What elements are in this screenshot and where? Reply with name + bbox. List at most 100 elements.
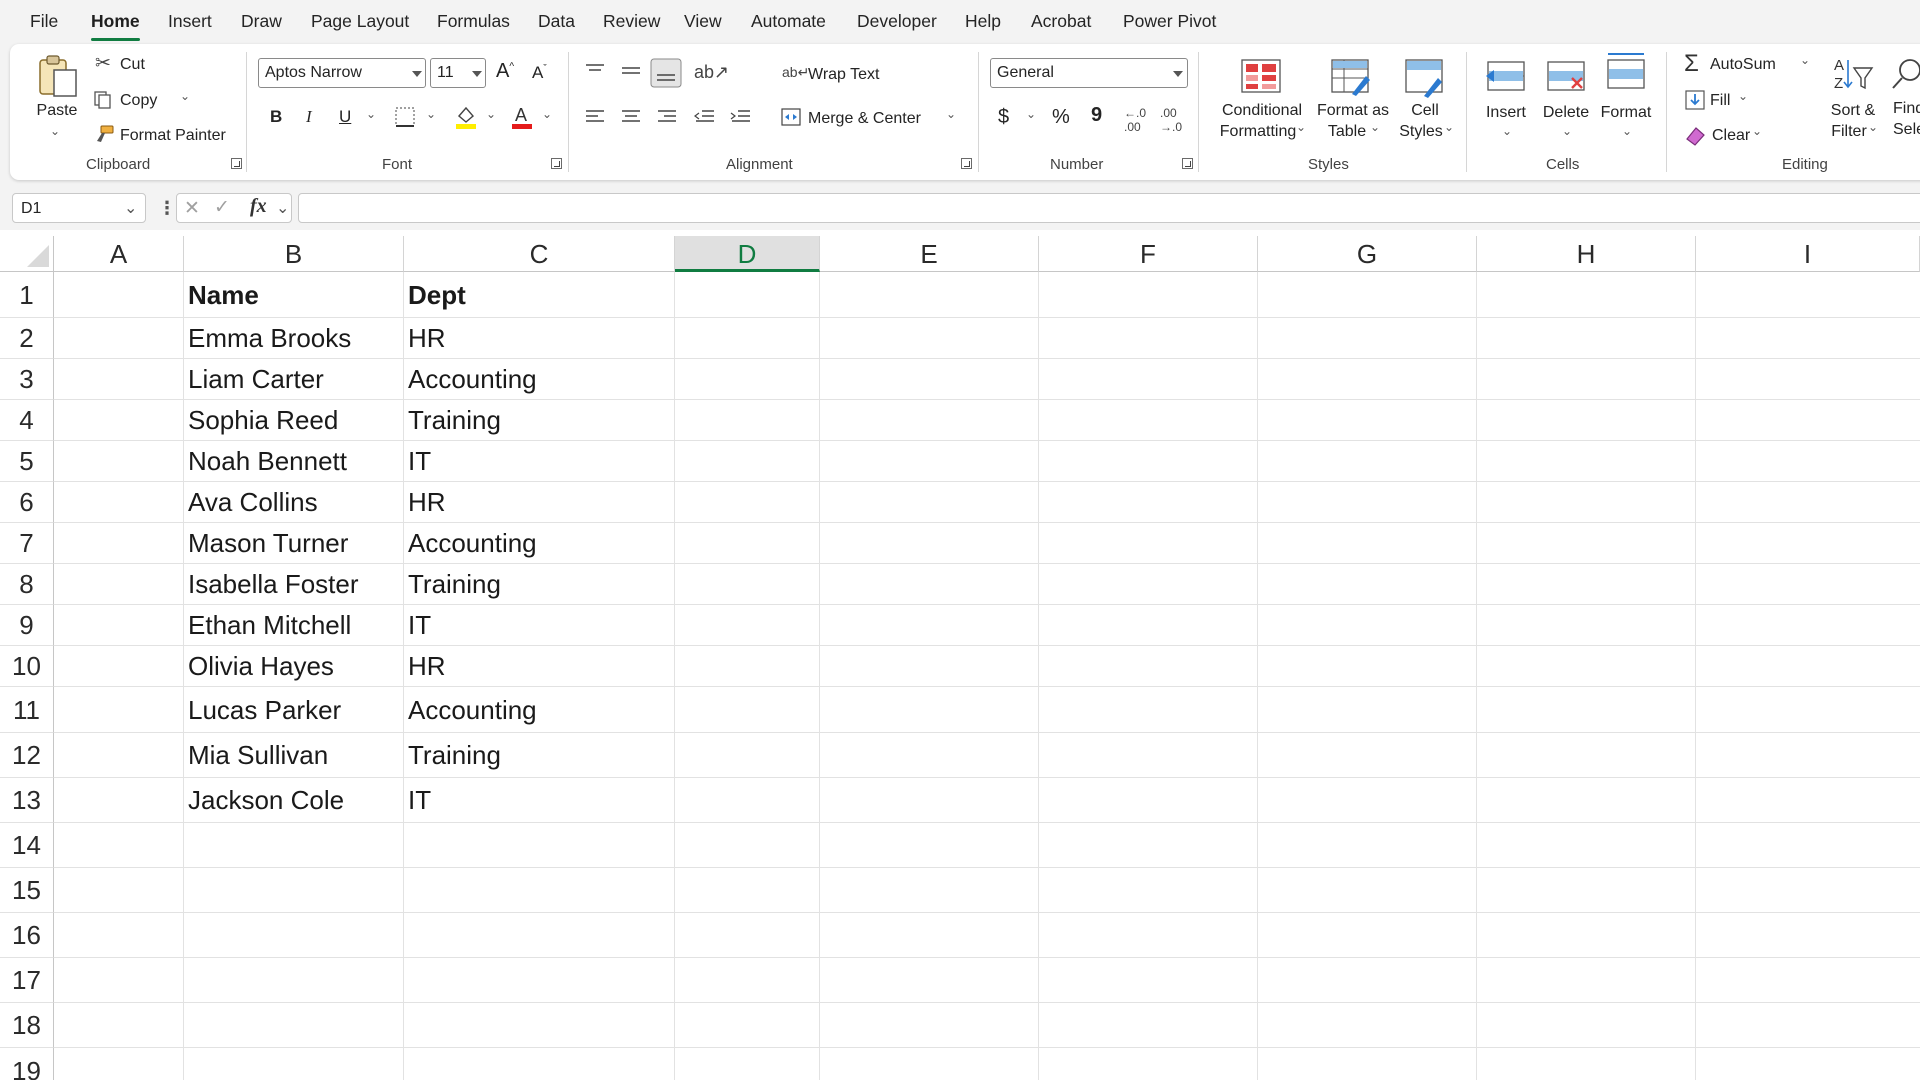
fill-chevron-icon[interactable]: ⌄ bbox=[1738, 89, 1748, 103]
fill-color-dropdown-chevron-icon[interactable]: ⌄ bbox=[486, 107, 496, 121]
conditional-formatting-icon[interactable] bbox=[1240, 56, 1282, 96]
tab-formulas[interactable]: Formulas bbox=[437, 11, 510, 32]
number-format-dropdown-icon[interactable] bbox=[1173, 71, 1183, 77]
select-all-corner[interactable] bbox=[0, 236, 54, 272]
borders-icon[interactable] bbox=[394, 106, 416, 128]
comma-button[interactable]: 9 bbox=[1091, 104, 1102, 127]
clear-chevron-icon[interactable]: ⌄ bbox=[1752, 124, 1762, 138]
row-header-2[interactable]: 2 bbox=[0, 318, 54, 359]
cell-styles-icon[interactable] bbox=[1404, 56, 1446, 98]
insert-cells-button[interactable]: Insert bbox=[1480, 102, 1532, 123]
row-header-15[interactable]: 15 bbox=[0, 868, 54, 913]
row-header-10[interactable]: 10 bbox=[0, 646, 54, 687]
cell-name[interactable]: Mason Turner bbox=[188, 523, 348, 564]
alignment-launcher-icon[interactable] bbox=[961, 158, 972, 169]
insert-function-button[interactable]: fx bbox=[250, 195, 267, 218]
paste-button[interactable]: Paste bbox=[34, 100, 80, 121]
tab-developer[interactable]: Developer bbox=[857, 11, 937, 32]
cell-styles-label-2[interactable]: Styles bbox=[1394, 121, 1448, 142]
merge-center-button[interactable]: Merge & Center bbox=[808, 110, 921, 128]
cell-dept[interactable]: Training bbox=[408, 564, 501, 605]
delete-cells-icon[interactable] bbox=[1544, 56, 1588, 96]
cell-dept[interactable]: Accounting bbox=[408, 687, 537, 733]
row-header-8[interactable]: 8 bbox=[0, 564, 54, 605]
cell-dept[interactable]: IT bbox=[408, 778, 431, 823]
align-left-icon[interactable] bbox=[584, 108, 606, 126]
find-select-label-2[interactable]: Select bbox=[1893, 121, 1920, 139]
insert-cells-chevron-icon[interactable]: ⌄ bbox=[1502, 124, 1512, 138]
format-cells-chevron-icon[interactable]: ⌄ bbox=[1622, 124, 1632, 138]
cell-name[interactable]: Jackson Cole bbox=[188, 778, 344, 823]
number-launcher-icon[interactable] bbox=[1182, 158, 1193, 169]
cell-name[interactable]: Noah Bennett bbox=[188, 441, 347, 482]
column-header-a[interactable]: A bbox=[54, 236, 184, 272]
format-cells-button[interactable]: Format bbox=[1598, 102, 1654, 123]
decrease-indent-icon[interactable] bbox=[694, 108, 716, 126]
cell-name[interactable]: Sophia Reed bbox=[188, 400, 338, 441]
tab-acrobat[interactable]: Acrobat bbox=[1031, 11, 1091, 32]
italic-button[interactable]: I bbox=[306, 107, 312, 127]
row-header-13[interactable]: 13 bbox=[0, 778, 54, 823]
tab-view[interactable]: View bbox=[684, 11, 722, 32]
format-as-table-icon[interactable] bbox=[1330, 56, 1372, 98]
cancel-entry-icon[interactable]: ✕ bbox=[184, 197, 200, 220]
paste-icon[interactable] bbox=[36, 54, 80, 98]
cell-dept[interactable]: IT bbox=[408, 605, 431, 646]
copy-dropdown-chevron-icon[interactable]: ⌄ bbox=[180, 89, 190, 103]
fx-chevron-icon[interactable]: ⌄ bbox=[276, 198, 289, 218]
row-header-17[interactable]: 17 bbox=[0, 958, 54, 1003]
find-select-icon[interactable] bbox=[1890, 54, 1920, 96]
cell-c1[interactable]: Dept bbox=[408, 272, 466, 318]
tab-insert[interactable]: Insert bbox=[168, 11, 212, 32]
clipboard-launcher-icon[interactable] bbox=[231, 158, 242, 169]
underline-dropdown-chevron-icon[interactable]: ⌄ bbox=[366, 107, 376, 121]
row-header-19[interactable]: 19 bbox=[0, 1048, 54, 1080]
cell-name[interactable]: Lucas Parker bbox=[188, 687, 341, 733]
autosum-button[interactable]: AutoSum bbox=[1710, 56, 1776, 74]
cell-name[interactable]: Ethan Mitchell bbox=[188, 605, 351, 646]
tab-power-pivot[interactable]: Power Pivot bbox=[1123, 11, 1216, 32]
cell-dept[interactable]: HR bbox=[408, 482, 446, 523]
cell-dept[interactable]: Accounting bbox=[408, 359, 537, 400]
font-color-dropdown-chevron-icon[interactable]: ⌄ bbox=[542, 107, 552, 121]
font-name-dropdown-icon[interactable] bbox=[412, 71, 422, 77]
row-header-14[interactable]: 14 bbox=[0, 823, 54, 868]
bold-button[interactable]: B bbox=[270, 107, 282, 127]
tab-draw[interactable]: Draw bbox=[241, 11, 282, 32]
decrease-font-size-icon[interactable]: Aˇ bbox=[532, 63, 547, 83]
format-as-table-label-1[interactable]: Format as bbox=[1314, 100, 1392, 121]
sort-filter-label-2[interactable]: Filter bbox=[1826, 121, 1872, 142]
wrap-text-button[interactable]: Wrap Text bbox=[808, 66, 879, 84]
format-as-table-label-2[interactable]: Table bbox=[1318, 121, 1376, 142]
spreadsheet-grid[interactable]: A B C D E F G H I 1 2 3 4 5 6 7 8 9 10 11 12 13 14 15 16 17 18 19 Na… bbox=[0, 236, 1920, 1080]
percent-button[interactable]: % bbox=[1052, 106, 1070, 129]
autosum-chevron-icon[interactable]: ⌄ bbox=[1800, 53, 1810, 67]
cell-name[interactable]: Mia Sullivan bbox=[188, 733, 328, 778]
cell-name[interactable]: Emma Brooks bbox=[188, 318, 351, 359]
underline-button[interactable]: U bbox=[339, 107, 351, 127]
row-header-6[interactable]: 6 bbox=[0, 482, 54, 523]
column-header-e[interactable]: E bbox=[820, 236, 1039, 272]
top-align-icon[interactable] bbox=[584, 62, 606, 80]
decrease-decimal-icon[interactable]: .00 →.0 bbox=[1160, 106, 1182, 134]
font-launcher-icon[interactable] bbox=[551, 158, 562, 169]
number-format-combo[interactable]: General bbox=[990, 58, 1188, 88]
row-header-4[interactable]: 4 bbox=[0, 400, 54, 441]
name-box-chevron-icon[interactable]: ⌄ bbox=[124, 198, 137, 218]
row-header-5[interactable]: 5 bbox=[0, 441, 54, 482]
format-cells-icon[interactable] bbox=[1604, 52, 1648, 96]
orientation-icon[interactable]: ab↗ bbox=[694, 62, 729, 83]
cell-dept[interactable]: Training bbox=[408, 733, 501, 778]
cell-dept[interactable]: Training bbox=[408, 400, 501, 441]
insert-cells-icon[interactable] bbox=[1484, 56, 1528, 96]
borders-dropdown-chevron-icon[interactable]: ⌄ bbox=[426, 107, 436, 121]
tab-file[interactable]: File bbox=[30, 11, 58, 32]
cell-dept[interactable]: HR bbox=[408, 646, 446, 687]
column-header-h[interactable]: H bbox=[1477, 236, 1696, 272]
column-header-c[interactable]: C bbox=[404, 236, 675, 272]
row-header-3[interactable]: 3 bbox=[0, 359, 54, 400]
cell-name[interactable]: Isabella Foster bbox=[188, 564, 359, 605]
column-header-b[interactable]: B bbox=[184, 236, 404, 272]
copy-button[interactable]: Copy bbox=[120, 92, 157, 110]
tab-help[interactable]: Help bbox=[965, 11, 1001, 32]
